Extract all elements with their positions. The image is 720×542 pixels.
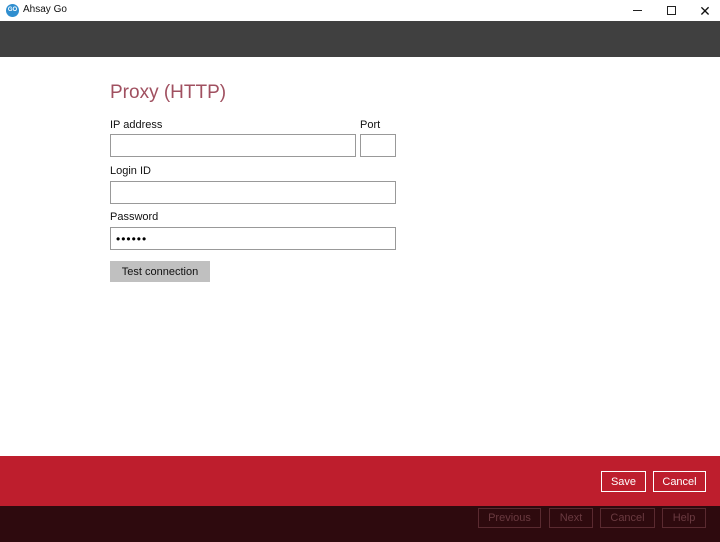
test-connection-button[interactable]: Test connection xyxy=(110,261,210,282)
save-button[interactable]: Save xyxy=(601,471,646,492)
login-id-input[interactable] xyxy=(110,181,396,204)
wizard-next-button[interactable]: Next xyxy=(549,508,593,528)
close-icon: ✕ xyxy=(699,2,711,19)
ip-address-label: IP address xyxy=(110,119,163,131)
password-input[interactable] xyxy=(110,227,396,250)
password-label: Password xyxy=(110,211,159,223)
wizard-previous-button[interactable]: Previous xyxy=(478,508,541,528)
title-bar: GO Ahsay Go ✕ xyxy=(0,0,720,21)
wizard-bar: Previous Next Cancel Help xyxy=(0,506,720,542)
cancel-button[interactable]: Cancel xyxy=(653,471,706,492)
ip-address-input[interactable] xyxy=(110,134,356,157)
header-band xyxy=(0,21,720,57)
page-title: Proxy (HTTP) xyxy=(110,82,227,103)
proxy-settings-panel: Proxy (HTTP) IP address Port Login ID Pa… xyxy=(0,57,720,456)
port-label: Port xyxy=(360,119,381,131)
maximize-button[interactable] xyxy=(654,0,688,21)
wizard-help-button[interactable]: Help xyxy=(662,508,706,528)
login-id-label: Login ID xyxy=(110,165,151,177)
close-button[interactable]: ✕ xyxy=(688,0,720,21)
port-input[interactable] xyxy=(360,134,396,157)
window-title: Ahsay Go xyxy=(23,4,67,15)
minimize-icon xyxy=(632,10,642,11)
action-bar: Save Cancel xyxy=(0,456,720,506)
minimize-button[interactable] xyxy=(620,0,654,21)
app-logo-icon: GO xyxy=(6,4,19,17)
maximize-icon xyxy=(666,6,676,15)
wizard-cancel-button[interactable]: Cancel xyxy=(600,508,655,528)
